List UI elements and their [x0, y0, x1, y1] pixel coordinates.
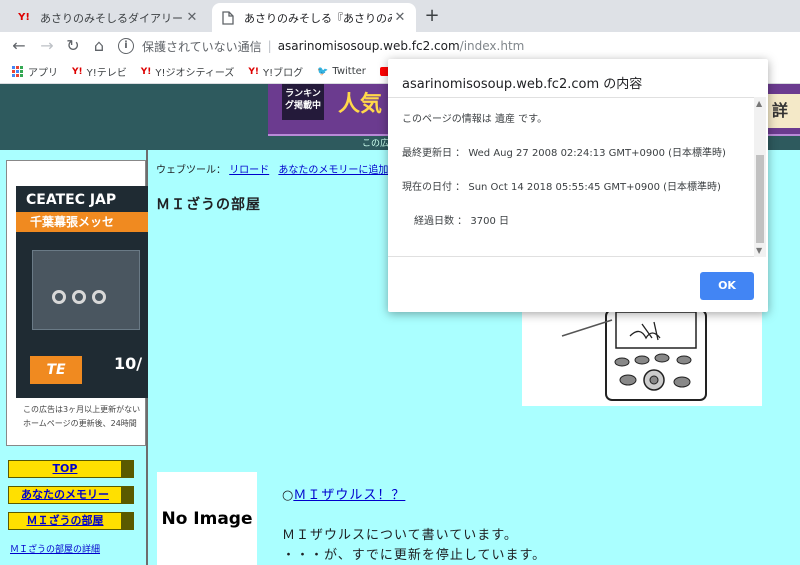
reload-icon[interactable]: ↻: [62, 35, 84, 57]
tab-title: あさりのみそしるダイアリー - Yahoo!ブ: [40, 11, 184, 25]
dialog-line: 最終更新日 ： Wed Aug 27 2008 02:24:13 GMT+090…: [402, 148, 726, 159]
nav-top-button[interactable]: TOP: [8, 460, 134, 478]
yahoo-icon: Y!: [72, 66, 83, 77]
dialog-line: 現在の日付 ： Sun Oct 14 2018 05:55:45 GMT+090…: [402, 182, 721, 193]
no-image-placeholder: No Image: [157, 472, 257, 565]
nav-room-button[interactable]: ＭＩざうの部屋: [8, 512, 134, 530]
apps-grid-icon: [12, 66, 23, 77]
tab-yahoo-blog[interactable]: Y! あさりのみそしるダイアリー - Yahoo!ブ ✕: [8, 3, 208, 32]
te-logo: TE: [30, 356, 82, 384]
close-tab-icon[interactable]: ✕: [184, 10, 200, 25]
bookmark-yahoo-geocities[interactable]: Y! Y!ジオシティーズ: [140, 64, 235, 80]
webtools-bar: ウェブツール： リロード あなたのメモリーに追加 ア: [156, 161, 414, 176]
dialog-body: このページの情報は 遺産 です。 最終更新日 ： Wed Aug 27 2008…: [388, 97, 754, 257]
info-icon[interactable]: i: [118, 38, 134, 54]
dialog-title: asarinomisosoup.web.fc2.com の内容: [402, 77, 643, 92]
bookmark-label: Y!ジオシティーズ: [155, 68, 235, 79]
scroll-thumb[interactable]: [756, 155, 764, 243]
bookmark-label: Twitter: [332, 66, 366, 77]
forward-arrow-icon[interactable]: →: [36, 35, 58, 57]
phone-illustration: [522, 309, 762, 406]
reload-link[interactable]: リロード: [229, 165, 269, 176]
twitter-icon: 🐦: [317, 66, 329, 77]
back-arrow-icon[interactable]: ←: [8, 35, 30, 57]
ad-caption-line: この広告は3ヶ月以上更新がない: [23, 405, 141, 414]
room-detail-link[interactable]: ＭＩざうの部屋の詳細: [10, 542, 100, 555]
divider: |: [267, 39, 272, 53]
bookmark-yahoo-tv[interactable]: Y! Y!テレビ: [72, 64, 127, 80]
tab-strip: Y! あさりのみそしるダイアリー - Yahoo!ブ ✕ あさりのみそしる『あさ…: [0, 0, 800, 32]
page-title: ＭＩざうの部屋: [156, 197, 261, 213]
dialog-line: 経過日数 ： 3700 日: [414, 216, 509, 227]
ring-decoration: [92, 290, 106, 304]
bookmark-label: Y!テレビ: [86, 68, 127, 79]
home-icon[interactable]: ⌂: [88, 35, 110, 57]
ad-venue: 千葉幕張メッセ: [16, 212, 148, 232]
bookmark-twitter[interactable]: 🐦 Twitter: [317, 66, 366, 77]
ad-caption-line: ホームページの更新後、24時間: [23, 419, 137, 428]
mizaurus-link[interactable]: ＭＩザウルス！？: [293, 488, 405, 503]
tab-asarinomisosoup[interactable]: あさりのみそしる『あさりのみそしる「M ✕: [212, 3, 416, 32]
bookmark-label: Y!ブログ: [263, 68, 304, 79]
nav-memory-button[interactable]: あなたのメモリー: [8, 486, 134, 504]
new-tab-button[interactable]: +: [420, 5, 444, 29]
bookmark-yahoo-blog[interactable]: Y! Y!ブログ: [248, 64, 304, 80]
left-sidebar: CEATEC JAP 千葉幕張メッセ TE 10/ この広告は3ヶ月以上更新がな…: [0, 150, 148, 565]
booth-illustration: [32, 250, 140, 330]
security-status: 保護されていない通信: [142, 39, 262, 54]
banner-popular-text: 人気: [338, 92, 383, 117]
ring-decoration: [72, 290, 86, 304]
browser-toolbar: ← → ↻ ⌂ i 保護されていない通信 | asarinomisosoup.w…: [0, 32, 800, 60]
dialog-scrollbar[interactable]: ▲ ▼: [754, 97, 766, 257]
ad-headline: CEATEC JAP: [26, 192, 117, 208]
entry-description: ＭＩザウルスについて書いています。: [282, 528, 518, 543]
ring-decoration: [52, 290, 66, 304]
url-path: /index.htm: [459, 39, 525, 53]
bookmark-apps[interactable]: アプリ: [12, 64, 58, 79]
dialog-line: このページの情報は 遺産 です。: [402, 114, 548, 125]
sidebar-ad[interactable]: CEATEC JAP 千葉幕張メッセ TE 10/ この広告は3ヶ月以上更新がな…: [6, 160, 148, 446]
add-memory-link[interactable]: あなたのメモリーに追加: [278, 165, 388, 176]
yahoo-icon: Y!: [140, 66, 152, 77]
address-bar[interactable]: i 保護されていない通信 | asarinomisosoup.web.fc2.c…: [118, 34, 800, 58]
ranking-label: ランキング掲載中: [282, 84, 324, 120]
entry-description: ・・・が、すでに更新を停止しています。: [282, 548, 547, 563]
close-tab-icon[interactable]: ✕: [392, 10, 408, 25]
bullet: ○: [282, 488, 294, 503]
scroll-up-icon[interactable]: ▲: [756, 99, 762, 108]
ad-caption: この広告は3ヶ月以上更新がない ホームページの更新後、24時間: [23, 403, 147, 431]
tab-title: あさりのみそしる『あさりのみそしる「M: [244, 11, 392, 25]
scroll-down-icon[interactable]: ▼: [756, 246, 762, 255]
url-host: asarinomisosoup.web.fc2.com: [277, 39, 460, 53]
mizaurus-entry: ○ＭＩザウルス！？: [282, 484, 405, 503]
yahoo-favicon-icon: Y!: [18, 12, 30, 23]
ad-date: 10/: [114, 354, 143, 373]
ad-image[interactable]: CEATEC JAP 千葉幕張メッセ TE 10/: [16, 186, 148, 398]
alert-dialog: asarinomisosoup.web.fc2.com の内容 このページの情報…: [388, 59, 768, 312]
yahoo-icon: Y!: [248, 66, 260, 77]
bookmark-label: アプリ: [28, 68, 58, 79]
webtools-label: ウェブツール：: [156, 165, 226, 176]
page-favicon-icon: [220, 10, 236, 26]
ok-button[interactable]: OK: [700, 272, 754, 300]
nav-menu: TOP あなたのメモリー ＭＩざうの部屋: [8, 460, 134, 538]
